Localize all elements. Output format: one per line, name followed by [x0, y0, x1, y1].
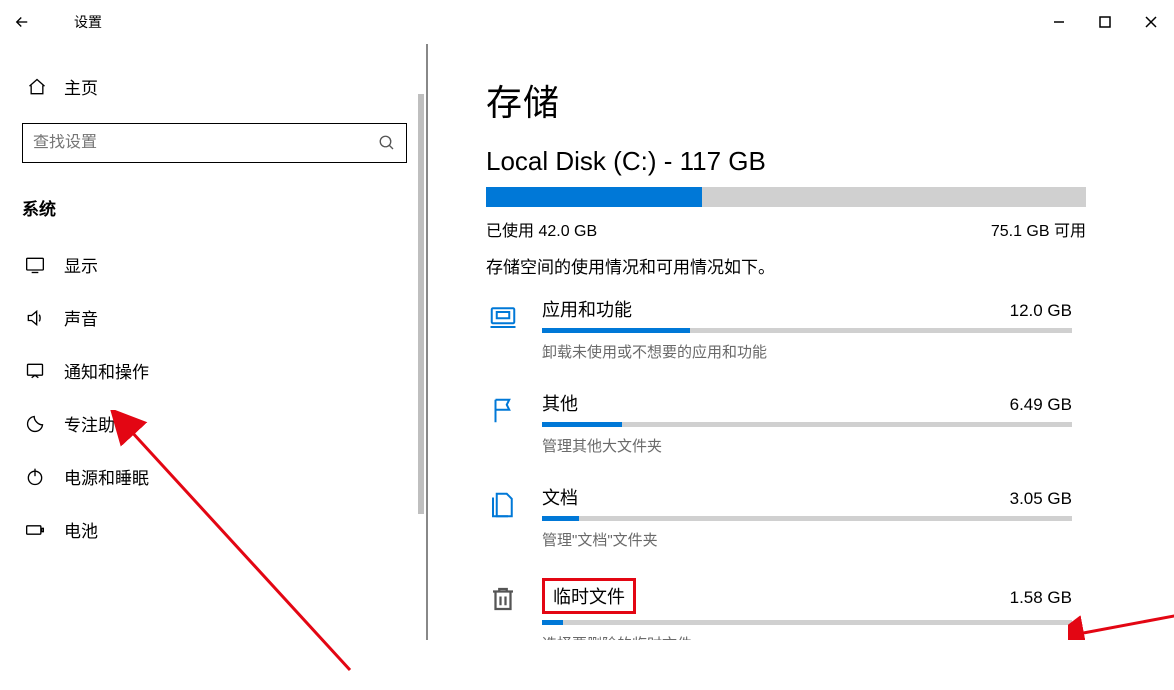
category-temp-files[interactable]: 临时文件 1.58 GB 选择要删除的临时文件: [486, 578, 1116, 640]
category-subtitle: 卸载未使用或不想要的应用和功能: [542, 341, 1116, 362]
trash-icon: [486, 582, 520, 616]
category-fill: [542, 620, 563, 625]
sidebar-item-display[interactable]: 显示: [0, 238, 426, 291]
sidebar-item-label: 专注助手: [64, 411, 132, 436]
sidebar-item-label: 显示: [64, 252, 98, 277]
search-icon: [378, 134, 396, 152]
app-title: 设置: [44, 12, 102, 32]
category-size: 3.05 GB: [1010, 489, 1072, 509]
sidebar-home-label: 主页: [64, 74, 98, 99]
back-arrow-icon: [13, 13, 31, 31]
used-label: 已使用 42.0 GB: [486, 217, 597, 241]
category-documents[interactable]: 文档 3.05 GB 管理"文档"文件夹: [486, 484, 1116, 550]
sidebar-item-focus[interactable]: 专注助手: [0, 397, 426, 450]
maximize-button[interactable]: [1082, 0, 1128, 44]
overall-usage-fill: [486, 187, 702, 207]
sound-icon: [24, 307, 46, 329]
disk-title: Local Disk (C:) - 117 GB: [486, 146, 1116, 177]
battery-icon: [24, 519, 46, 541]
category-size: 1.58 GB: [1010, 588, 1072, 608]
page-title: 存储: [486, 74, 1116, 126]
sidebar-item-label: 电池: [64, 517, 98, 542]
category-name: 应用和功能: [542, 296, 632, 322]
category-subtitle: 管理其他大文件夹: [542, 435, 1116, 456]
sidebar-scrollbar[interactable]: [418, 94, 424, 514]
sidebar-section-label: 系统: [0, 177, 426, 238]
maximize-icon: [1099, 16, 1111, 28]
free-label: 75.1 GB 可用: [991, 217, 1086, 241]
sidebar-item-label: 电源和睡眠: [64, 464, 149, 489]
main-pane: 存储 Local Disk (C:) - 117 GB 已使用 42.0 GB …: [428, 44, 1174, 640]
back-button[interactable]: [0, 0, 44, 44]
storage-description: 存储空间的使用情况和可用情况如下。: [486, 253, 1116, 278]
sidebar-item-notifications[interactable]: 通知和操作: [0, 344, 426, 397]
other-icon: [486, 394, 520, 428]
sidebar: 主页 系统 显示 声音 通知和操作: [0, 44, 428, 640]
display-icon: [24, 254, 46, 276]
sidebar-item-label: 声音: [64, 305, 98, 330]
category-fill: [542, 422, 622, 427]
close-button[interactable]: [1128, 0, 1174, 44]
category-bar: [542, 422, 1072, 427]
category-other[interactable]: 其他 6.49 GB 管理其他大文件夹: [486, 390, 1116, 456]
category-size: 6.49 GB: [1010, 395, 1072, 415]
focus-icon: [24, 413, 46, 435]
sidebar-item-power[interactable]: 电源和睡眠: [0, 450, 426, 503]
minimize-icon: [1053, 16, 1065, 28]
category-subtitle: 管理"文档"文件夹: [542, 529, 1116, 550]
sidebar-home[interactable]: 主页: [0, 64, 426, 109]
search-input[interactable]: [33, 134, 378, 152]
sidebar-item-battery[interactable]: 电池: [0, 503, 426, 556]
category-bar: [542, 516, 1072, 521]
category-fill: [542, 328, 690, 333]
sidebar-item-label: 通知和操作: [64, 358, 149, 383]
close-icon: [1145, 16, 1157, 28]
category-size: 12.0 GB: [1010, 301, 1072, 321]
category-name: 其他: [542, 390, 578, 416]
category-subtitle: 选择要删除的临时文件: [542, 633, 1116, 640]
category-bar: [542, 328, 1072, 333]
overall-usage-bar: [486, 187, 1086, 207]
category-name: 临时文件: [553, 587, 625, 607]
category-apps[interactable]: 应用和功能 12.0 GB 卸载未使用或不想要的应用和功能: [486, 296, 1116, 362]
documents-icon: [486, 488, 520, 522]
category-name: 文档: [542, 484, 578, 510]
category-highlight: 临时文件: [542, 578, 636, 614]
category-bar: [542, 620, 1072, 625]
search-box[interactable]: [22, 123, 407, 163]
power-icon: [24, 466, 46, 488]
apps-icon: [486, 300, 520, 334]
minimize-button[interactable]: [1036, 0, 1082, 44]
titlebar: 设置: [0, 0, 1174, 44]
sidebar-item-sound[interactable]: 声音: [0, 291, 426, 344]
window-controls: [1036, 0, 1174, 44]
home-icon: [26, 76, 48, 98]
notifications-icon: [24, 360, 46, 382]
category-fill: [542, 516, 579, 521]
